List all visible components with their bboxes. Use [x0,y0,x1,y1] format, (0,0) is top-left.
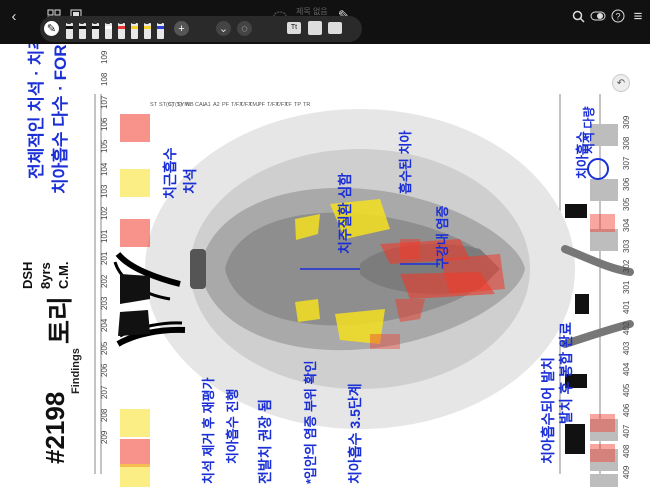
tooth-number-top: 202 [100,274,109,288]
note-resorb: 흡수된 치아 [398,130,413,194]
tooth-number-top: 105 [100,140,109,154]
pen-tool-icon[interactable]: ✎ [44,21,59,36]
help-icon[interactable]: ? [608,6,628,26]
pen-toolbar: ✎ + ⌄ ◌ Tt [40,16,362,42]
tooth-number-top: 206 [100,363,109,377]
tooth-highlight-left [120,219,150,247]
tooth-number-bottom: 402 [622,321,631,335]
tooth-highlight-left [120,169,150,197]
tooth-number-top: 203 [100,296,109,310]
tooth-shape-right [590,179,618,201]
chart-row-code: A2 [213,102,220,108]
tooth-number-bottom: 301 [622,280,631,294]
note-canvas[interactable]: ↶ Findings #2198 토리 DSH 8yrs C.M. 전체적인 치… [0,44,650,487]
tooth-number-bottom: 302 [622,259,631,274]
image-tool-icon[interactable] [308,21,322,35]
tooth-shape-right [590,229,618,251]
patient-number: #2198 [40,391,70,464]
sex: C.M. [56,261,71,289]
pen-tool-8[interactable] [155,19,166,39]
tooth-number-bottom: 303 [622,239,631,253]
chart-row-code: PF [222,102,230,108]
note-bottom-2: 발치 후 봉합 완료 [558,322,574,424]
note-bottom-1: 치아흡수되어 발치 [540,357,556,464]
lasso-tool-icon[interactable]: ◌ [237,21,252,36]
tooth-number-bottom: 409 [622,465,631,479]
chart-row-code: TP [294,102,302,108]
text-tool-button[interactable]: Tt [287,22,301,34]
note-bottom-4: 전발치 권장 됨 [257,398,273,484]
tooth-number-bottom: 401 [622,300,631,315]
tooth-number-bottom: 304 [622,218,631,232]
pen-tool-3[interactable] [90,19,101,39]
pen-tool-6[interactable] [129,19,140,39]
pen-tool-2[interactable] [77,19,88,39]
note-tooth-1: 치근흡수 [162,147,178,199]
tooth-number-bottom: 407 [622,424,631,438]
tooth-number-top: 102 [100,207,109,221]
tooth-highlight-left [120,464,150,487]
tooth-number-top: 208 [100,408,109,422]
tooth-number-top: 201 [100,251,109,266]
tooth-number-bottom: 408 [622,445,631,459]
note-mid-2: 구강내 염증 [435,205,450,269]
tooth-number-bottom: 307 [622,156,631,171]
age: 8yrs [38,262,53,289]
tooth-number-top: 109 [100,50,109,64]
tooth-number-top: 108 [100,72,109,87]
note-bottom-3: 치아흡수 3.5단계 [347,383,363,484]
tooth-number-top: 205 [100,341,109,355]
toggle-icon[interactable] [588,6,608,26]
shape-tool-icon[interactable] [328,22,342,34]
tooth-highlight-left [120,114,150,142]
chevron-down-icon[interactable]: ⌄ [216,21,231,36]
pen-tool-1[interactable] [64,19,75,39]
tooth-number-top: 207 [100,385,109,400]
note-top-left-2: 치아흡수 다수 · FORL [51,44,70,194]
pen-tool-4[interactable] [103,19,114,39]
note-mid-1: 치주질환 심함 [337,172,353,254]
tooth-number-top: 209 [100,430,109,444]
svg-text:?: ? [615,12,620,22]
tooth-highlight-left [120,439,150,467]
patient-name: 토리 [45,296,75,344]
chart-title: Findings [70,348,82,394]
note-bottom-6: 치석 제거 후 재평가 [201,377,216,484]
more-menu-icon[interactable]: ≡ [628,6,648,26]
chart-row-code: PF [258,102,266,108]
note-top-left-1: 전체적인 치석 · 치주질환 [27,44,46,179]
tooth-number-top: 101 [100,229,109,243]
tooth-number-top: 106 [100,117,109,132]
back-chevron-icon[interactable]: ‹ [4,6,24,26]
pen-tool-7[interactable] [142,19,153,39]
tooth-number-bottom: 404 [622,362,631,377]
note-right-3: 치석 다량 [582,106,596,155]
tooth-number-bottom: 405 [622,383,631,397]
tooth-number-top: 103 [100,184,109,199]
tooth-number-bottom: 305 [622,197,631,212]
tooth-number-top: 204 [100,318,109,333]
chart-row-code: TR [303,102,311,108]
chart-row-code: ST [150,102,158,108]
tooth-shape-right [590,474,618,487]
note-bottom-5: *입안의 염증 부위 확인 [303,360,318,484]
chart-row-code: TF [285,102,292,108]
add-tool-button[interactable]: + [174,21,189,36]
chart-row-code: A1 [204,102,211,108]
tooth-number-bottom: 306 [622,177,631,191]
breed: DSH [20,261,35,289]
tooth-number-top: 107 [100,95,109,109]
tooth-number-bottom: 309 [622,115,631,129]
top-bar: ‹ 제목 없음 ✎ ? ≡ ✎ + ⌄ ◌ Tt [0,0,650,44]
tooth-highlight-left [120,409,150,437]
tooth-number-bottom: 406 [622,403,631,418]
chart-row-code: NB [186,102,194,108]
search-icon[interactable] [568,6,588,26]
note-tooth-2: 치석 [182,168,198,194]
pen-tool-5[interactable] [116,19,127,39]
note-right-2: 치아흡수 진행 [225,388,240,464]
tooth-number-bottom: 308 [622,136,631,150]
tooth-number-bottom: 403 [622,342,631,356]
tooth-number-top: 104 [100,162,109,176]
